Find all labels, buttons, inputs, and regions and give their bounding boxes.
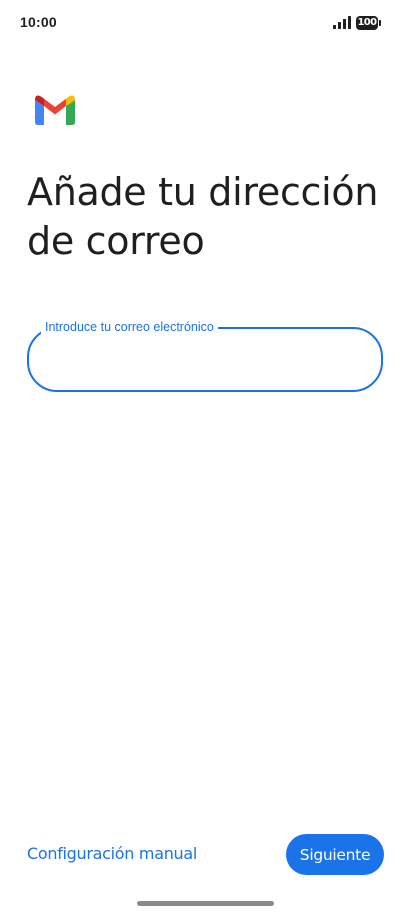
gmail-logo-icon — [35, 95, 75, 125]
battery-icon: 100 — [356, 16, 382, 30]
status-bar: 10:00 100 — [0, 0, 411, 46]
email-input[interactable] — [27, 327, 383, 392]
next-button[interactable]: Siguiente — [286, 834, 384, 875]
email-field-label: Introduce tu correo electrónico — [41, 320, 218, 334]
battery-tip — [379, 20, 381, 26]
manual-configuration-link[interactable]: Configuración manual — [27, 844, 197, 863]
email-field-container: Introduce tu correo electrónico — [27, 320, 383, 392]
page-title: Añade tu dirección de correo — [27, 170, 379, 263]
signal-bars-icon — [333, 16, 351, 29]
home-indicator[interactable] — [137, 901, 274, 906]
battery-level: 100 — [356, 16, 378, 30]
status-time: 10:00 — [20, 14, 57, 30]
